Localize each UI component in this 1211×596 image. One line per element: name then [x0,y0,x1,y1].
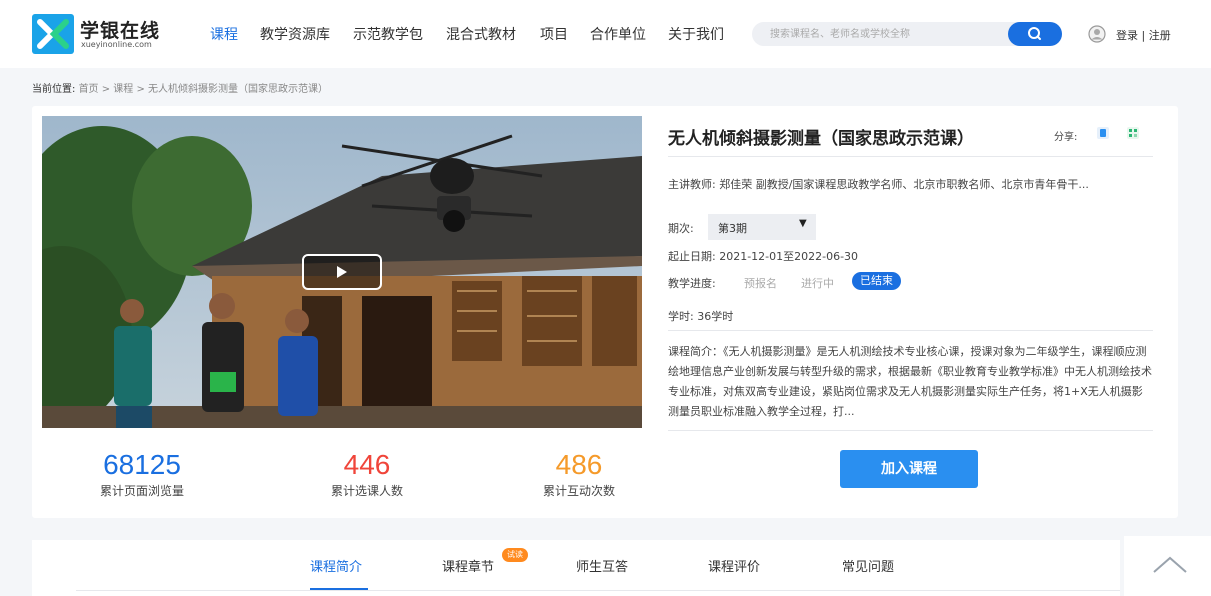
tab-faq[interactable]: 常见问题 [842,556,894,575]
breadcrumb-path[interactable]: 首页 > 课程 > 无人机倾斜摄影测量（国家思政示范课） [79,84,328,95]
progress-ongoing: 进行中 [801,277,834,290]
nav-item-projects[interactable]: 项目 [540,24,568,44]
stat-enrollments: 446 累计选课人数 [277,448,457,499]
teacher-info: 主讲教师: 郑佳荣 副教授/国家课程思政教学名师、北京市职教名师、北京市青年骨干… [668,178,1089,191]
progress-ended-badge: 已结束 [852,272,901,290]
stat-label: 累计页面浏览量 [99,484,184,498]
logo-name: 学银在线 [80,20,161,42]
course-intro: 课程简介：《无人机摄影测量》是无人机测绘技术专业核心课，授课对象为二年级学生，课… [668,345,1152,418]
site-logo[interactable]: 学银在线 xueyinonline.com [32,14,182,54]
course-title: 无人机倾斜摄影测量（国家思政示范课） [668,129,974,149]
share-label: 分享: [1054,132,1078,143]
divider [668,430,1153,431]
date-range: 起止日期: 2021-12-01至2022-06-30 [668,250,859,263]
tab-qa[interactable]: 师生互答 [576,556,628,575]
tab-reviews[interactable]: 课程评价 [708,556,760,575]
divider [76,590,1120,591]
tab-course-chapters[interactable]: 课程章节 [442,556,494,575]
nav-item-partners[interactable]: 合作单位 [590,24,646,44]
share-qq-icon[interactable] [1096,126,1110,140]
stat-label: 累计选课人数 [330,484,403,498]
divider [668,156,1153,157]
term-value: 第3期 [718,222,747,235]
share-wechat-icon[interactable] [1126,126,1140,140]
course-card: 68125 累计页面浏览量 446 累计选课人数 486 累计互动次数 无人机倾… [32,106,1178,518]
nav-item-courses[interactable]: 课程 [210,24,238,44]
login-register-link[interactable]: 登录 | 注册 [1116,27,1171,43]
stat-page-views: 68125 累计页面浏览量 [52,448,232,499]
breadcrumb: 当前位置: 首页 > 课程 > 无人机倾斜摄影测量（国家思政示范课） [32,80,328,95]
nav-item-demo-package[interactable]: 示范教学包 [353,24,423,44]
caret-down-icon: ▼ [799,218,807,229]
term-label: 期次: [668,222,694,235]
chevron-up-icon [1153,556,1187,573]
tab-course-intro[interactable]: 课程简介 [310,556,362,575]
trial-badge: 试读 [502,548,528,562]
top-header: 学银在线 xueyinonline.com 课程 教学资源库 示范教学包 混合式… [0,0,1211,68]
play-button[interactable] [302,254,382,290]
search-icon [1028,27,1041,40]
term-select[interactable]: 第3期 ▼ [708,214,816,240]
search-input[interactable] [770,22,1000,46]
logo-url: xueyinonline.com [81,40,152,49]
back-to-top-button[interactable] [1124,536,1211,596]
stat-interactions: 486 累计互动次数 [489,448,669,499]
search-bar [752,22,1062,46]
course-stats: 68125 累计页面浏览量 446 累计选课人数 486 累计互动次数 [52,448,652,508]
play-icon [337,266,347,278]
course-tabs: 课程简介 课程章节 试读 师生互答 课程评价 常见问题 [32,540,1120,596]
stat-value: 486 [555,449,603,480]
nav-item-resource-library[interactable]: 教学资源库 [260,24,330,44]
course-video[interactable] [42,116,642,428]
stat-value: 68125 [103,449,181,480]
progress-label: 教学进度: [668,277,716,290]
nav-item-blended-textbooks[interactable]: 混合式教材 [446,24,516,44]
stat-value: 446 [343,449,391,480]
stat-label: 累计互动次数 [542,484,615,498]
divider [668,330,1153,331]
logo-icon [32,14,74,54]
breadcrumb-label: 当前位置: [32,84,76,95]
join-course-button[interactable]: 加入课程 [840,450,978,488]
progress-preregister: 预报名 [744,277,777,290]
search-button[interactable] [1008,22,1062,46]
course-hours: 学时: 36学时 [668,310,734,323]
nav-item-about[interactable]: 关于我们 [668,24,724,44]
user-icon [1088,25,1106,43]
